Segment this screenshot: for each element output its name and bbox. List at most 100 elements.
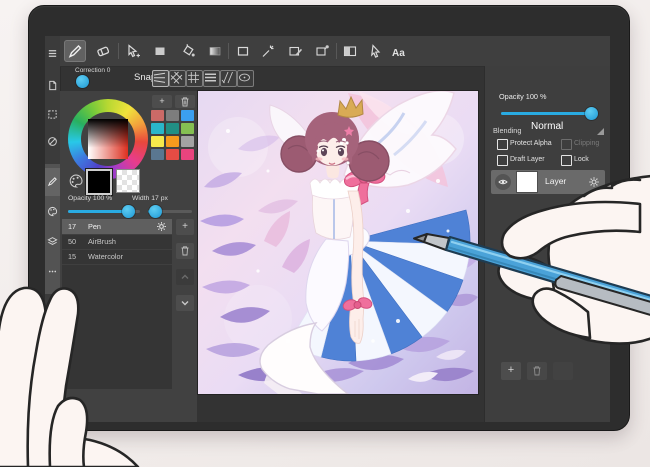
draw-select-tool-button[interactable] xyxy=(284,40,306,62)
brush-row-watercolor[interactable]: 15 Watercolor xyxy=(62,249,172,265)
color-swatch[interactable] xyxy=(151,110,164,121)
bucket-tool-button[interactable] xyxy=(177,40,199,62)
snap-rows-button[interactable] xyxy=(203,70,220,87)
snap-ellipse-button[interactable] xyxy=(237,70,254,87)
snap-diagonal-button[interactable] xyxy=(220,70,237,87)
snap-off-icon[interactable] xyxy=(47,136,58,147)
tablet-device: ↪ ↩ Aa xyxy=(28,5,630,431)
move-tool-button[interactable] xyxy=(122,40,144,62)
color-swatch[interactable] xyxy=(166,110,179,121)
redo-icon[interactable]: ↪ xyxy=(45,332,60,346)
select-icon[interactable] xyxy=(47,109,58,120)
delete-swatch-button[interactable] xyxy=(175,95,195,108)
brush-size: 15 xyxy=(68,249,76,264)
app-screen: ↪ ↩ Aa xyxy=(45,36,610,422)
delete-layer-button[interactable] xyxy=(527,362,547,380)
toolbar-divider xyxy=(228,43,229,59)
color-swatch[interactable] xyxy=(181,123,194,134)
undo-icon[interactable]: ↩ xyxy=(45,368,60,382)
layer-panel: Opacity 100 % Blending Normal Protect Al… xyxy=(484,66,610,422)
color-swatch[interactable] xyxy=(166,136,179,147)
brush-down-button[interactable] xyxy=(176,295,194,311)
eye-icon xyxy=(498,177,508,187)
protect-alpha-checkbox[interactable] xyxy=(497,139,508,150)
brush-name: Pen xyxy=(88,219,101,234)
pen-tool-button[interactable] xyxy=(64,40,86,62)
gear-icon[interactable] xyxy=(156,221,167,232)
canvas-artwork xyxy=(198,91,478,394)
brush-opacity-knob[interactable] xyxy=(122,205,135,218)
delete-brush-button[interactable] xyxy=(176,243,194,259)
layer-visibility-toggle[interactable] xyxy=(495,174,511,190)
file-icon[interactable] xyxy=(47,80,58,91)
brush-row-airbrush[interactable]: 50 AirBrush xyxy=(62,234,172,250)
brush-list: 17 Pen 50 AirBrush 15 Watercolor xyxy=(62,219,172,389)
clipping-checkbox[interactable] xyxy=(561,139,572,150)
toolbar-divider xyxy=(118,43,119,59)
correction-label: Correction 0 xyxy=(75,67,110,74)
rect-select-tool-button[interactable] xyxy=(232,40,254,62)
fill-rect-tool-button[interactable] xyxy=(149,40,171,62)
correction-slider-knob[interactable] xyxy=(76,75,89,88)
drawing-canvas[interactable] xyxy=(198,91,478,394)
color-swatch[interactable] xyxy=(181,110,194,121)
dropdown-corner-icon[interactable] xyxy=(597,128,604,135)
panel-toggle-button[interactable] xyxy=(339,40,361,62)
color-swatch[interactable] xyxy=(151,136,164,147)
panel-tabs xyxy=(45,164,60,294)
brush-up-button[interactable] xyxy=(176,269,194,285)
layer-more-button[interactable] xyxy=(553,362,573,380)
scene: ↪ ↩ Aa xyxy=(0,0,650,467)
brush-name: AirBrush xyxy=(88,234,116,249)
tab-layers[interactable] xyxy=(45,228,60,256)
draft-layer-checkbox[interactable] xyxy=(497,155,508,166)
brush-row-pen[interactable]: 17 Pen xyxy=(62,219,172,235)
brush-width-label: Width 17 px xyxy=(132,195,168,202)
brush-opacity-label: Opacity 100 % xyxy=(68,195,112,202)
gradient-tool-button[interactable] xyxy=(204,40,226,62)
add-brush-button[interactable]: + xyxy=(176,219,194,235)
blending-label: Blending xyxy=(493,126,521,135)
pointer-tool-button[interactable] xyxy=(364,40,386,62)
layer-row[interactable]: Layer xyxy=(491,170,605,194)
layer-opacity-knob[interactable] xyxy=(585,107,598,120)
snap-crosshatch-button[interactable] xyxy=(169,70,186,87)
palette-icon[interactable] xyxy=(68,173,84,189)
transparent-color-chip[interactable] xyxy=(116,169,140,193)
snap-grid-button[interactable] xyxy=(186,70,203,87)
protect-alpha-label: Protect Alpha xyxy=(510,140,552,147)
gear-icon[interactable] xyxy=(588,176,600,188)
color-swatch[interactable] xyxy=(151,149,164,160)
tab-more[interactable] xyxy=(45,258,60,286)
color-swatch[interactable] xyxy=(166,149,179,160)
left-hand-palm xyxy=(0,437,138,467)
clipping-label: Clipping xyxy=(574,140,599,147)
layer-opacity-slider[interactable] xyxy=(501,112,597,115)
lock-label: Lock xyxy=(574,156,589,163)
add-swatch-button[interactable]: + xyxy=(152,95,172,108)
layer-thumbnail[interactable] xyxy=(517,172,537,192)
snap-parallel-button[interactable] xyxy=(152,70,169,87)
color-swatch[interactable] xyxy=(181,136,194,147)
brush-width-knob[interactable] xyxy=(149,205,162,218)
tab-brush[interactable] xyxy=(45,168,60,196)
text-tool-button[interactable]: Aa xyxy=(389,40,411,62)
color-swatch[interactable] xyxy=(181,149,194,160)
layer-name: Layer xyxy=(545,176,566,186)
menu-icon[interactable] xyxy=(47,48,58,59)
eraser-tool-button[interactable] xyxy=(92,40,114,62)
brush-size: 17 xyxy=(68,219,76,234)
select-move-tool-button[interactable] xyxy=(311,40,333,62)
foreground-color-chip[interactable] xyxy=(86,169,112,195)
color-swatch[interactable] xyxy=(151,123,164,134)
toolbar-divider xyxy=(336,43,337,59)
blending-dropdown[interactable]: Normal xyxy=(531,121,563,132)
add-layer-button[interactable]: + xyxy=(501,362,521,380)
color-swatch[interactable] xyxy=(166,123,179,134)
top-toolbar: Aa xyxy=(60,36,610,67)
tab-color[interactable] xyxy=(45,198,60,226)
lock-checkbox[interactable] xyxy=(561,155,572,166)
magic-wand-tool-button[interactable] xyxy=(257,40,279,62)
saturation-value-square[interactable] xyxy=(88,119,128,159)
brush-color-panel: + Opacity 100 % Width 17 px xyxy=(60,91,197,422)
